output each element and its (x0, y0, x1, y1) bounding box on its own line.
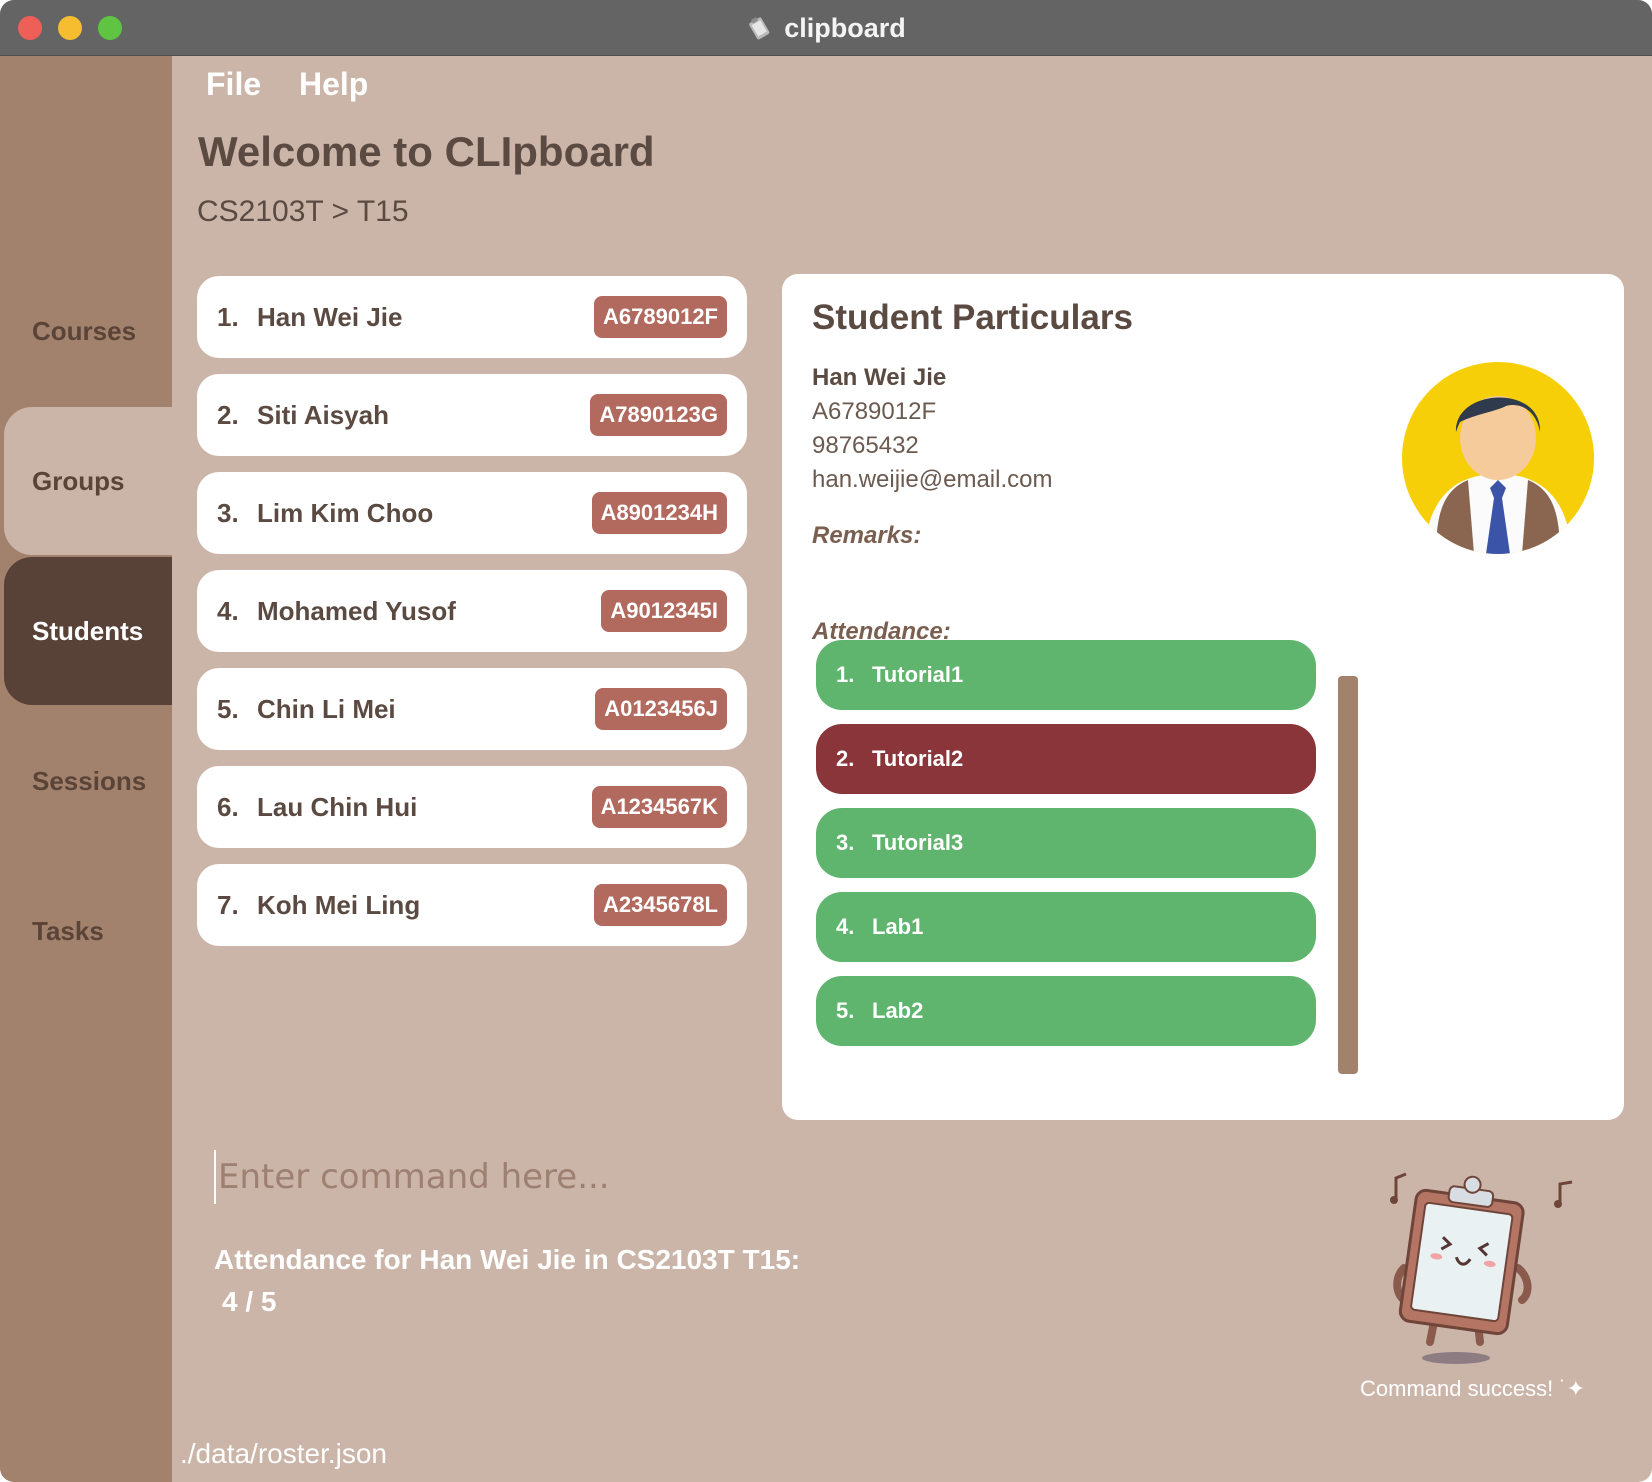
command-result-line1: Attendance for Han Wei Jie in CS2103T T1… (214, 1244, 801, 1275)
student-card[interactable]: 4. Mohamed Yusof A9012345I (197, 570, 747, 652)
student-index: 6. (217, 791, 239, 822)
attendance-item[interactable]: 4. Lab1 (816, 892, 1316, 962)
student-card[interactable]: 5. Chin Li Mei A0123456J (197, 668, 747, 750)
command-input[interactable] (214, 1150, 1114, 1204)
clipboard-mascot-icon (1390, 1172, 1573, 1364)
student-avatar-icon (1402, 362, 1594, 554)
command-result-line2: 4 / 5 (222, 1286, 277, 1317)
attendance-index: 3. (836, 830, 855, 855)
student-index: 7. (217, 889, 239, 920)
particulars-title: Student Particulars (812, 298, 1133, 337)
student-particulars-panel: Student Particulars Han Wei Jie A6789012… (782, 274, 1624, 1120)
sidebar-item-tasks[interactable]: Tasks (4, 857, 172, 1005)
attendance-item[interactable]: 1. Tutorial1 (816, 640, 1316, 710)
student-id-badge: A6789012F (594, 296, 727, 338)
attendance-session: Tutorial3 (872, 830, 964, 855)
particulars-student-id: A6789012F (812, 398, 937, 425)
student-index: 5. (217, 693, 239, 724)
student-name: Mohamed Yusof (257, 595, 456, 626)
breadcrumb: CS2103T > T15 (197, 195, 409, 228)
title-bar: clipboard (0, 0, 1652, 56)
menu-help[interactable]: Help (299, 66, 368, 103)
student-id-badge: A0123456J (595, 688, 727, 730)
student-id-badge: A8901234H (591, 492, 727, 534)
student-card[interactable]: 2. Siti Aisyah A7890123G (197, 374, 747, 456)
sidebar-item-students[interactable]: Students (4, 557, 172, 705)
student-index: 1. (217, 301, 239, 332)
student-name: Han Wei Jie (257, 301, 403, 332)
student-index: 3. (217, 497, 239, 528)
clipboard-app-icon (749, 17, 770, 40)
student-index: 2. (217, 399, 239, 430)
student-index: 4. (217, 595, 239, 626)
sidebar-item-sessions[interactable]: Sessions (4, 707, 172, 855)
sidebar-item-groups[interactable]: Groups (4, 407, 172, 555)
attendance-index: 4. (836, 914, 855, 939)
menu-file[interactable]: File (206, 66, 261, 103)
student-card[interactable]: 6. Lau Chin Hui A1234567K (197, 766, 747, 848)
attendance-session: Tutorial1 (872, 662, 964, 687)
particulars-email: han.weijie@email.com (812, 466, 1053, 493)
student-id-badge: A7890123G (590, 394, 727, 436)
attendance-scrollbar[interactable] (1338, 676, 1358, 1074)
attendance-session: Lab2 (872, 998, 924, 1023)
command-status-caption: Command success! ˙✦ (1360, 1376, 1586, 1401)
attendance-session: Lab1 (872, 914, 924, 939)
student-id-badge: A1234567K (591, 786, 727, 828)
attendance-item[interactable]: 3. Tutorial3 (816, 808, 1316, 878)
student-name: Chin Li Mei (257, 693, 396, 724)
student-id-badge: A9012345I (601, 590, 727, 632)
attendance-index: 1. (836, 662, 855, 687)
student-name: Siti Aisyah (257, 399, 389, 430)
app-window: clipboard Courses Groups Students Sessio… (0, 0, 1652, 1482)
attendance-session: Tutorial2 (872, 746, 964, 771)
attendance-index: 2. (836, 746, 855, 771)
particulars-name: Han Wei Jie (812, 364, 947, 391)
student-card[interactable]: 7. Koh Mei Ling A2345678L (197, 864, 747, 946)
remarks-label: Remarks: (812, 522, 922, 549)
student-card[interactable]: 3. Lim Kim Choo A8901234H (197, 472, 747, 554)
particulars-phone: 98765432 (812, 432, 919, 459)
student-id-badge: A2345678L (594, 884, 727, 926)
student-name: Lau Chin Hui (257, 791, 418, 822)
window-title: clipboard (784, 12, 906, 43)
student-name: Lim Kim Choo (257, 497, 434, 528)
page-title: Welcome to CLIpboard (198, 128, 655, 175)
attendance-item[interactable]: 5. Lab2 (816, 976, 1316, 1046)
student-card[interactable]: 1. Han Wei Jie A6789012F (197, 276, 747, 358)
data-file-path: ./data/roster.json (180, 1438, 388, 1469)
window-title-group: clipboard (0, 0, 1652, 56)
sidebar: Courses Groups Students Sessions Tasks (0, 56, 172, 1482)
sidebar-item-courses[interactable]: Courses (4, 257, 172, 405)
attendance-item[interactable]: 2. Tutorial2 (816, 724, 1316, 794)
student-name: Koh Mei Ling (257, 889, 421, 920)
attendance-index: 5. (836, 998, 855, 1023)
